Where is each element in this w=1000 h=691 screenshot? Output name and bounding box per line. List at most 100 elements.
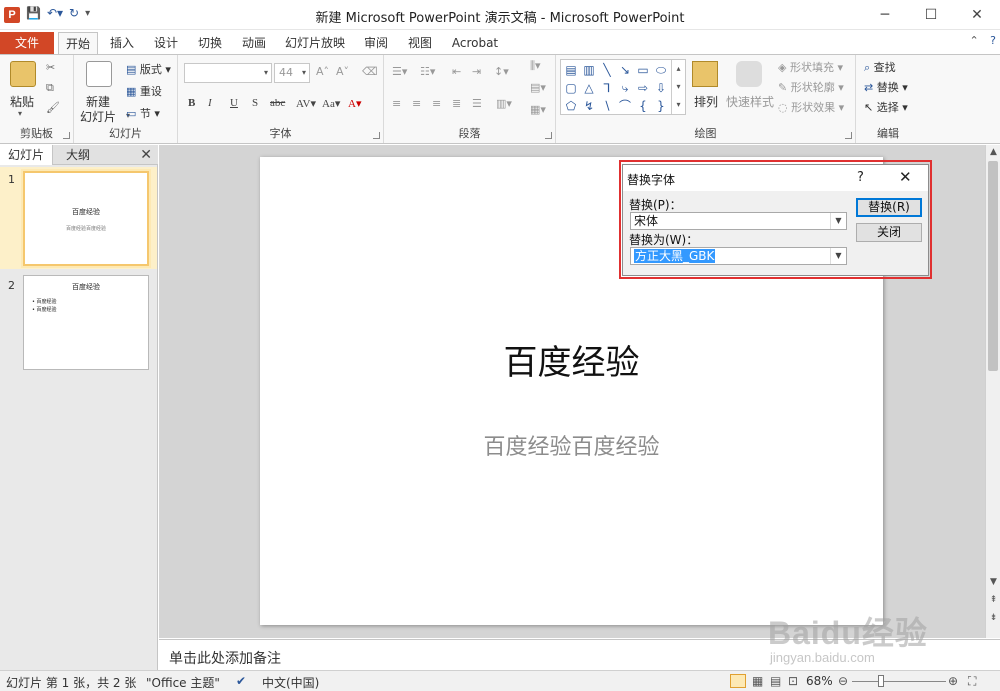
rounded-rect-shape-icon[interactable]: ▢ xyxy=(563,80,579,96)
slide-thumbnail-2[interactable]: 百度经验 • 百度经验 • 百度经验 xyxy=(23,275,149,370)
theme-status[interactable]: "Office 主题" xyxy=(146,674,220,691)
spellcheck-icon[interactable]: ✔ xyxy=(236,674,246,688)
section-button[interactable]: ▭ 节 ▾ xyxy=(126,105,160,121)
strikethrough-icon[interactable]: abc xyxy=(270,97,285,109)
justify-icon[interactable]: ≣ xyxy=(452,97,461,110)
quick-styles-icon[interactable] xyxy=(736,61,762,87)
underline-icon[interactable]: U xyxy=(230,97,238,109)
tab-slides[interactable]: 幻灯片 xyxy=(0,145,54,165)
numbering-icon[interactable]: ☷▾ xyxy=(420,65,435,78)
new-slide-icon[interactable] xyxy=(86,61,112,87)
scroll-down-icon[interactable]: ▼ xyxy=(986,577,1000,587)
tab-file[interactable]: 文件 xyxy=(0,32,54,54)
grow-font-icon[interactable]: A˄ xyxy=(316,65,329,78)
change-case-icon[interactable]: Aa▾ xyxy=(322,97,340,110)
bold-icon[interactable]: B xyxy=(188,97,195,109)
align-center-icon[interactable]: ≡ xyxy=(412,97,421,110)
increase-indent-icon[interactable]: ⇥ xyxy=(472,65,481,78)
close-window-button[interactable]: ✕ xyxy=(954,0,1000,30)
arrow-line-shape-icon[interactable]: ↘ xyxy=(617,62,633,78)
tab-transitions[interactable]: 切换 xyxy=(192,32,228,54)
fit-to-window-icon[interactable]: ⛶ xyxy=(968,674,976,689)
decrease-indent-icon[interactable]: ⇤ xyxy=(452,65,461,78)
arrange-icon[interactable] xyxy=(692,61,718,87)
select-button[interactable]: ↖ 选择 ▾ xyxy=(864,99,908,115)
slide-sorter-icon[interactable]: ▦ xyxy=(752,674,763,688)
line-spacing-icon[interactable]: ↕▾ xyxy=(494,65,509,78)
shapes-scroll-icon[interactable]: ▴ ▾ ▾ xyxy=(671,60,685,114)
oval-shape-icon[interactable]: ⬭ xyxy=(653,62,669,78)
char-spacing-icon[interactable]: AV▾ xyxy=(296,97,316,110)
smartart-icon[interactable]: ▦▾ xyxy=(530,103,546,116)
scroll-up-icon[interactable]: ▲ xyxy=(986,147,1000,157)
notes-placeholder[interactable]: 单击此处添加备注 xyxy=(169,648,281,668)
rectangle-shape-icon[interactable]: ▭ xyxy=(635,62,651,78)
align-right-icon[interactable]: ≡ xyxy=(432,97,441,110)
right-arrow-shape-icon[interactable]: ⇨ xyxy=(635,80,651,96)
font-color-icon[interactable]: A▾ xyxy=(348,97,361,110)
previous-slide-icon[interactable]: ⇞ xyxy=(986,595,1000,605)
paste-dropdown-icon[interactable]: ▾ xyxy=(18,109,22,118)
triangle-shape-icon[interactable]: △ xyxy=(581,80,597,96)
clipboard-launcher-icon[interactable] xyxy=(63,132,70,139)
chevron-down-icon[interactable]: ▼ xyxy=(830,213,846,229)
drawing-launcher-icon[interactable] xyxy=(845,132,852,139)
arrange-button[interactable]: 排列 xyxy=(694,93,718,110)
clear-formatting-icon[interactable]: ⌫ xyxy=(362,65,378,78)
left-brace-shape-icon[interactable]: { xyxy=(635,98,651,114)
font-name-combo[interactable]: ▾ xyxy=(184,63,272,83)
right-brace-shape-icon[interactable]: } xyxy=(653,98,669,114)
down-arrow-shape-icon[interactable]: ⇩ xyxy=(653,80,669,96)
next-slide-icon[interactable]: ⇟ xyxy=(986,613,1000,623)
tab-home[interactable]: 开始 xyxy=(58,32,98,54)
tab-slideshow[interactable]: 幻灯片放映 xyxy=(282,32,348,54)
bullets-icon[interactable]: ☰▾ xyxy=(392,65,407,78)
curved-line-shape-icon[interactable]: ↯ xyxy=(581,98,597,114)
minimize-ribbon-icon[interactable]: ⌃ xyxy=(969,34,978,47)
format-painter-icon[interactable]: 🖌 xyxy=(46,101,60,114)
language-status[interactable]: 中文(中国) xyxy=(262,674,319,691)
quick-styles-button[interactable]: 快速样式 xyxy=(726,93,774,110)
arc-shape-icon[interactable]: ⌒ xyxy=(617,98,633,114)
tab-review[interactable]: 审阅 xyxy=(358,32,394,54)
slide-subtitle-placeholder[interactable]: 百度经验百度经验 xyxy=(260,429,883,461)
replace-with-font-combo[interactable]: 方正大黑_GBK ▼ xyxy=(630,247,847,265)
replace-font-button[interactable]: 替换(R) xyxy=(856,198,922,217)
tab-outline[interactable]: 大纲 xyxy=(58,145,98,165)
shape-outline-button[interactable]: ✎ 形状轮廓 ▾ xyxy=(778,79,844,95)
distributed-icon[interactable]: ☰ xyxy=(472,97,482,110)
paste-icon[interactable] xyxy=(10,61,36,87)
help-icon[interactable]: ? xyxy=(990,34,996,47)
dialog-close-icon[interactable]: ✕ xyxy=(899,168,912,186)
textbox-shape-icon[interactable]: ▤ xyxy=(563,62,579,78)
elbow-arrow-shape-icon[interactable]: ⤷ xyxy=(617,80,633,96)
shape-effects-button[interactable]: ◌ 形状效果 ▾ xyxy=(778,99,844,115)
dialog-help-icon[interactable]: ? xyxy=(857,170,864,185)
replace-font-combo[interactable]: 宋体 ▼ xyxy=(630,212,847,230)
maximize-button[interactable]: ☐ xyxy=(908,0,954,30)
align-text-icon[interactable]: ▤▾ xyxy=(530,81,546,94)
normal-view-icon[interactable] xyxy=(730,674,746,688)
slide-title-placeholder[interactable]: 百度经验 xyxy=(260,335,883,384)
vertical-scrollbar[interactable]: ▲ ▼ ⇞ ⇟ xyxy=(985,145,1000,638)
copy-icon[interactable]: ⧉ xyxy=(46,81,54,95)
paragraph-launcher-icon[interactable] xyxy=(545,132,552,139)
text-direction-icon[interactable]: ⫼▾ xyxy=(530,59,541,73)
freeform-shape-icon[interactable]: ∖ xyxy=(599,98,615,114)
shadow-icon[interactable]: S xyxy=(252,97,258,109)
tab-acrobat[interactable]: Acrobat xyxy=(446,32,504,54)
font-launcher-icon[interactable] xyxy=(373,132,380,139)
shape-fill-button[interactable]: ◈ 形状填充 ▾ xyxy=(778,59,843,75)
replace-button[interactable]: ⇄ 替换 ▾ xyxy=(864,79,908,95)
minimize-button[interactable]: ─ xyxy=(862,0,908,30)
zoom-slider[interactable] xyxy=(852,681,946,682)
font-size-combo[interactable]: 44 ▾ xyxy=(274,63,310,83)
tab-design[interactable]: 设计 xyxy=(148,32,184,54)
tab-animations[interactable]: 动画 xyxy=(236,32,272,54)
close-panel-icon[interactable]: ✕ xyxy=(140,147,152,163)
tab-view[interactable]: 视图 xyxy=(402,32,438,54)
pentagon-shape-icon[interactable]: ⬠ xyxy=(563,98,579,114)
layout-button[interactable]: ▤ 版式 ▾ xyxy=(126,61,171,77)
align-left-icon[interactable]: ≡ xyxy=(392,97,401,110)
find-button[interactable]: ⌕ 查找 xyxy=(864,59,896,75)
